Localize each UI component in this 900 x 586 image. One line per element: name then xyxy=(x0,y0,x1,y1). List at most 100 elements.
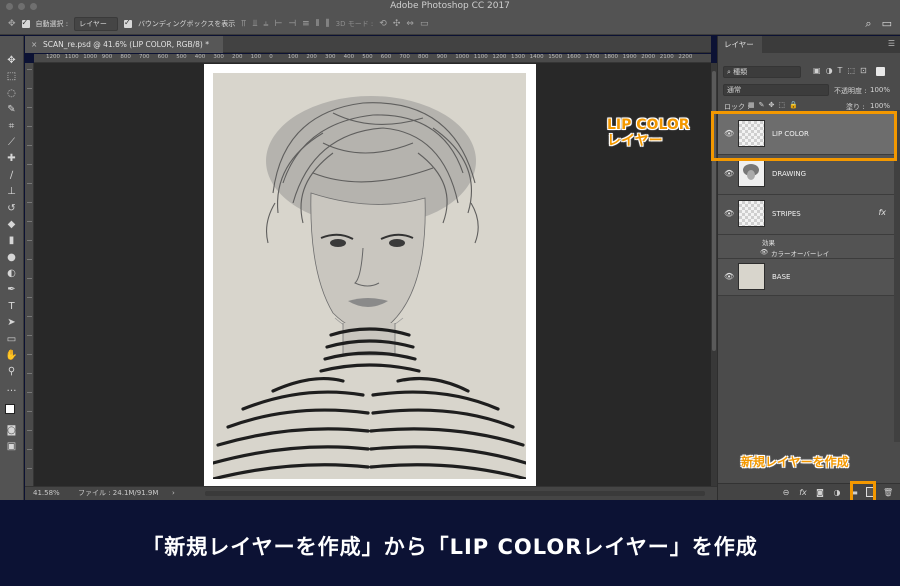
filter-kind-dropdown[interactable]: ⌕ 種類 xyxy=(723,66,801,78)
ruler-tick xyxy=(27,69,32,70)
canvas-horizontal-scrollbar[interactable] xyxy=(205,491,705,496)
lasso-icon[interactable]: ◌ xyxy=(4,87,20,100)
align-hcenter-icon[interactable]: ⊣ xyxy=(288,19,296,29)
auto-select-checkbox[interactable] xyxy=(21,18,30,28)
visibility-eye-icon[interactable]: 👁 xyxy=(724,272,734,281)
lock-icons[interactable]: ▦✎✥⬚🔒 xyxy=(748,101,802,109)
horizontal-ruler: 1200 1100 1000 900 800 700 600 500 400 300 200 100 0… xyxy=(34,54,711,63)
marquee-icon[interactable]: ⬚ xyxy=(4,70,20,83)
3d-camera-icon[interactable]: ▭ xyxy=(420,19,429,29)
path-select-icon[interactable]: ➤ xyxy=(4,316,20,329)
title-bar: Adobe Photoshop CC 2017 xyxy=(0,0,900,13)
blend-mode-dropdown[interactable]: 通常 xyxy=(723,84,829,96)
ruler-mark: 1600 xyxy=(566,54,581,60)
zoom-window-button[interactable] xyxy=(30,3,37,10)
3d-orbit-icon[interactable]: ⟲ xyxy=(379,19,387,29)
vertical-ruler xyxy=(25,63,34,486)
ruler-tick xyxy=(27,164,32,165)
trash-icon[interactable]: 🗑 xyxy=(883,488,893,497)
effect-name: カラーオーバーレイ xyxy=(771,250,830,258)
shape-icon[interactable]: ▭ xyxy=(4,333,20,346)
align-left-icon[interactable]: ⊢ xyxy=(274,19,282,29)
status-bar: 41.58% ファイル : 24.1M/91.9M › xyxy=(25,486,717,500)
quick-select-icon[interactable]: ✎ xyxy=(4,103,20,116)
auto-select-dropdown[interactable]: レイヤー xyxy=(74,16,118,31)
color-swatches[interactable] xyxy=(3,402,21,420)
distribute-v-icon[interactable]: ⫼ xyxy=(326,19,330,29)
hand-icon[interactable]: ✋ xyxy=(4,349,20,362)
align-vcenter-icon[interactable]: ⫫ xyxy=(252,19,257,29)
pen-icon[interactable]: ✒ xyxy=(4,283,20,296)
file-size: ファイル : 24.1M/91.9M xyxy=(78,489,159,497)
layer-thumbnail xyxy=(738,160,765,187)
visibility-eye-icon[interactable]: 👁 xyxy=(724,169,734,178)
move-icon[interactable]: ✥ xyxy=(4,54,20,67)
zoom-level[interactable]: 41.58% xyxy=(33,487,60,500)
bounding-box-checkbox[interactable] xyxy=(123,18,132,28)
ruler-tick xyxy=(27,88,32,89)
ruler-mark: 400 xyxy=(194,54,206,60)
distribute-icon[interactable]: ≡ xyxy=(302,19,310,29)
eraser-icon[interactable]: ◆ xyxy=(4,218,20,231)
gradient-icon[interactable]: ▮ xyxy=(4,234,20,247)
layer-drawing[interactable]: 👁 DRAWING xyxy=(718,155,894,195)
close-tab-icon[interactable]: × xyxy=(31,36,37,53)
crop-icon[interactable]: ⌗ xyxy=(4,120,20,133)
stamp-icon[interactable]: ⊥ xyxy=(4,185,20,198)
tab-layers[interactable]: レイヤー xyxy=(718,36,762,53)
type-icon[interactable]: T xyxy=(4,300,20,313)
ruler-tick xyxy=(27,297,32,298)
filter-shape-icon[interactable]: ⬚ xyxy=(847,66,855,75)
move-tool-icon[interactable]: ✥ xyxy=(8,19,16,29)
ruler-mark: 200 xyxy=(232,54,243,60)
link-icon[interactable]: ⊖ xyxy=(781,488,791,497)
align-bottom-icon[interactable]: ⫨ xyxy=(263,19,268,29)
3d-slide-icon[interactable]: ⇔ xyxy=(406,19,414,29)
eyedropper-icon[interactable]: ⟋ xyxy=(4,136,20,149)
foreground-color[interactable] xyxy=(4,404,15,415)
panel-menu-icon[interactable]: ☰ xyxy=(888,39,895,48)
dodge-icon[interactable]: ◐ xyxy=(4,267,20,280)
ruler-mark: 1700 xyxy=(585,54,600,60)
3d-pan-icon[interactable]: ✣ xyxy=(393,19,401,29)
filter-toggle[interactable] xyxy=(876,67,885,76)
blur-icon[interactable]: ● xyxy=(4,251,20,264)
ruler-tick xyxy=(27,335,32,336)
quick-mask-icon[interactable]: ◙ xyxy=(4,424,20,437)
more-tools-icon[interactable]: … xyxy=(4,382,20,395)
ruler-mark: 300 xyxy=(325,54,336,60)
layer-stripes[interactable]: 👁 STRIPES fx xyxy=(718,195,894,235)
zoom-icon[interactable]: ⚲ xyxy=(4,365,20,378)
effect-eye-icon[interactable]: 👁 xyxy=(760,248,768,256)
filter-smart-icon[interactable]: ⊡ xyxy=(860,66,867,75)
brush-icon[interactable]: ∕ xyxy=(4,169,20,182)
mask-icon[interactable]: ◙ xyxy=(815,488,825,497)
ruler-tick xyxy=(27,411,32,412)
filter-adjust-icon[interactable]: ◑ xyxy=(826,66,833,75)
ruler-mark: 900 xyxy=(101,54,113,60)
close-window-button[interactable] xyxy=(6,3,13,10)
fx-icon[interactable]: fx xyxy=(878,208,886,217)
filter-pixel-icon[interactable]: ▣ xyxy=(813,66,821,75)
screen-mode-icon[interactable]: ▣ xyxy=(4,440,20,453)
effect-item-row[interactable]: 👁 カラーオーバーレイ xyxy=(718,246,894,259)
visibility-eye-icon[interactable]: 👁 xyxy=(724,209,734,218)
window-controls[interactable] xyxy=(6,3,37,10)
document-tab[interactable]: × SCAN_re.psd @ 41.6% (LIP COLOR, RGB/8)… xyxy=(25,36,223,53)
layer-base[interactable]: 👁 BASE xyxy=(718,259,894,296)
distribute-h-icon[interactable]: ⫴ xyxy=(316,19,320,29)
workspace-icon[interactable]: ▭ xyxy=(882,17,892,31)
fill-value[interactable]: 100% xyxy=(870,102,890,110)
history-brush-icon[interactable]: ↺ xyxy=(4,202,20,215)
healing-icon[interactable]: ✚ xyxy=(4,152,20,165)
filter-type-icon[interactable]: T xyxy=(838,66,843,75)
adjustment-icon[interactable]: ◑ xyxy=(832,488,842,497)
minimize-window-button[interactable] xyxy=(18,3,25,10)
ruler-mark: 800 xyxy=(120,54,131,60)
ruler-mark: 1200 xyxy=(46,54,60,60)
fx-icon[interactable]: fx xyxy=(798,488,808,497)
status-menu-arrow[interactable]: › xyxy=(172,487,175,500)
search-icon[interactable]: ⌕ xyxy=(865,17,871,31)
opacity-value[interactable]: 100% xyxy=(870,86,890,94)
align-top-icon[interactable]: ⫪ xyxy=(241,19,246,29)
